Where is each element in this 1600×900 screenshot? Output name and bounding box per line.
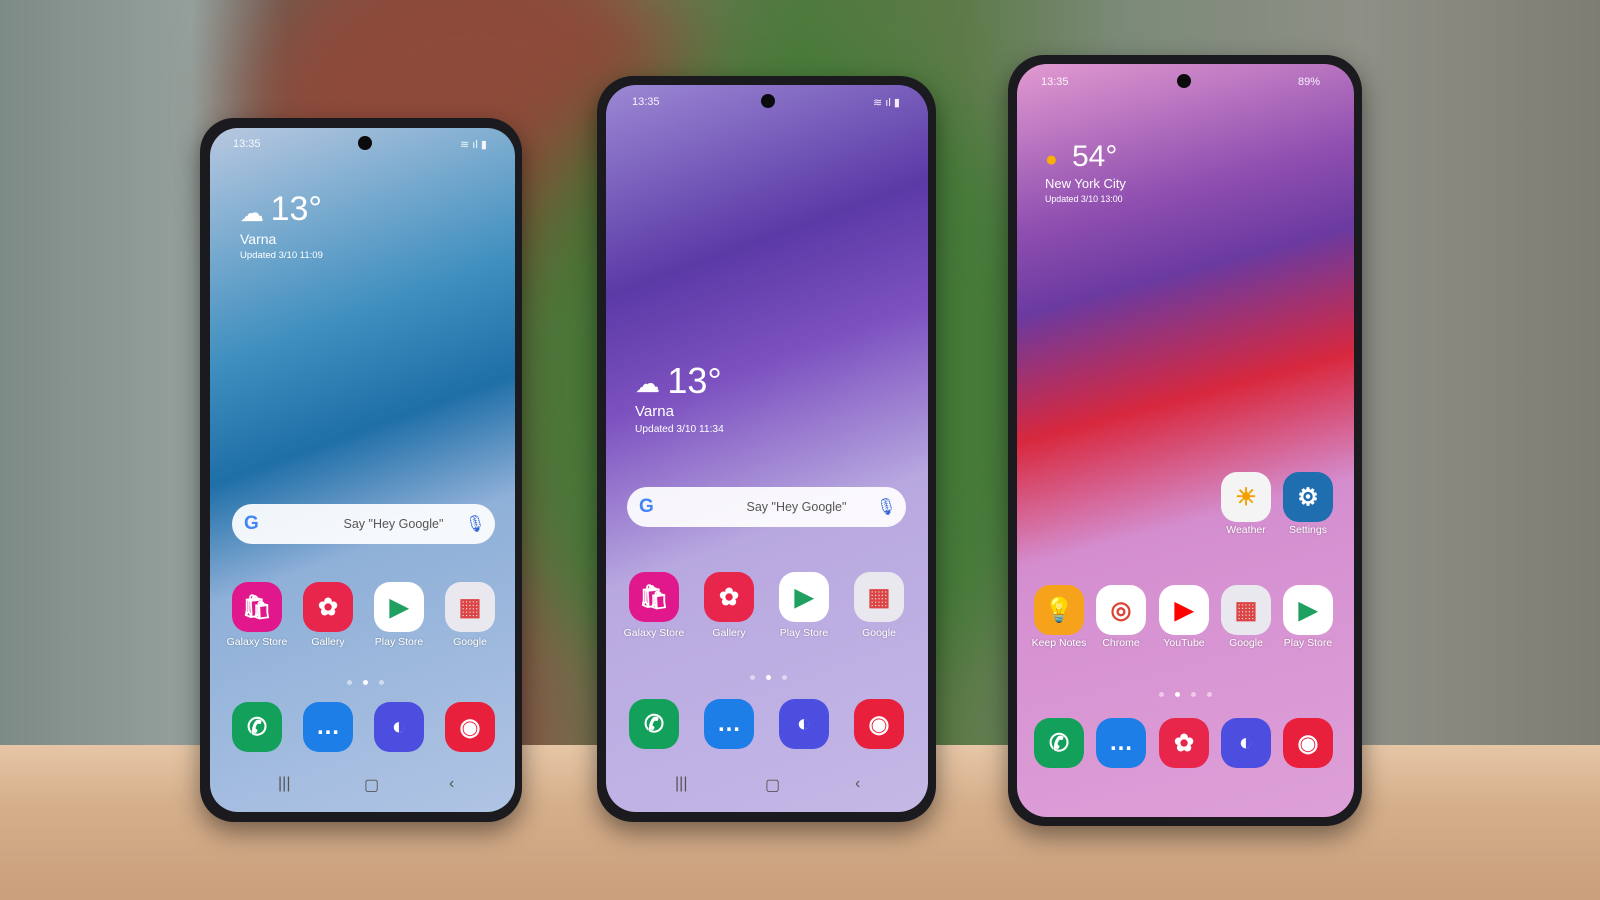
status-time: 13:35 [1041, 76, 1069, 88]
status-icons: ≋ ıl ▮ [460, 139, 487, 151]
weather-temperature: 13° [667, 360, 722, 401]
weather-updated: Updated 3/10 11:09 [240, 250, 323, 262]
chrome-icon[interactable]: ◎ [1096, 585, 1146, 635]
page-dot[interactable] [750, 675, 755, 680]
battery-level: 89% [1298, 76, 1321, 88]
status-time: 13:35 [233, 138, 261, 150]
settings-icon[interactable]: ⚙ [1283, 472, 1333, 522]
dock-phone-icon[interactable]: ✆ [1034, 718, 1084, 768]
app-label: Google [862, 627, 896, 639]
app-label: Gallery [311, 636, 345, 648]
google-logo-icon: G [639, 496, 654, 517]
google-folder-icon[interactable]: ▦ [445, 582, 495, 632]
galaxy-store-icon[interactable]: 🛍 [232, 582, 282, 632]
app-label: Google [453, 636, 487, 648]
search-placeholder[interactable]: Say "Hey Google" [344, 517, 444, 531]
gallery-icon[interactable]: ✿ [303, 582, 353, 632]
google-logo-icon: G [244, 513, 259, 534]
dock-camera-icon[interactable]: ◉ [854, 699, 904, 749]
page-dot[interactable] [782, 675, 787, 680]
app-label: Galaxy Store [226, 636, 288, 648]
dock-internet-icon[interactable]: ◐ [374, 702, 424, 752]
page-dot-active[interactable] [363, 680, 368, 685]
status-icons: ≋ ıl ▮ [873, 97, 900, 109]
recents-button[interactable]: ||| [675, 775, 687, 793]
play-store-icon[interactable]: ▶ [374, 582, 424, 632]
weather-location: New York City [1045, 176, 1126, 191]
page-dot[interactable] [1159, 692, 1164, 697]
google-folder-icon[interactable]: ▦ [1221, 585, 1271, 635]
weather-location: Varna [240, 230, 277, 247]
dock-internet-icon[interactable]: ◐ [779, 699, 829, 749]
recents-button[interactable]: ||| [278, 775, 290, 793]
front-camera [1177, 74, 1191, 88]
dock-camera-icon[interactable]: ◉ [445, 702, 495, 752]
weather-temperature: 13° [270, 190, 323, 228]
sun-icon: ● [1045, 147, 1058, 171]
back-button[interactable]: ‹ [449, 775, 454, 793]
page-dot[interactable] [347, 680, 352, 685]
app-label: Gallery [712, 627, 746, 639]
weather-location: Varna [635, 403, 674, 421]
cloud-icon: ☁ [240, 199, 264, 227]
keep-notes-icon[interactable]: 💡 [1034, 585, 1084, 635]
dock-phone-icon[interactable]: ✆ [232, 702, 282, 752]
weather-updated: Updated 3/10 13:00 [1045, 194, 1123, 205]
youtube-icon[interactable]: ▶ [1159, 585, 1209, 635]
dock-messages-icon[interactable]: … [303, 702, 353, 752]
galaxy-store-icon[interactable]: 🛍 [629, 572, 679, 622]
play-store-icon[interactable]: ▶ [1283, 585, 1333, 635]
microphone-icon[interactable]: 🎙 [465, 514, 485, 534]
page-dot-active[interactable] [1175, 692, 1180, 697]
page-dot[interactable] [379, 680, 384, 685]
dock-camera-icon[interactable]: ◉ [1283, 718, 1333, 768]
page-dot[interactable] [1207, 692, 1212, 697]
cloud-icon: ☁ [635, 370, 661, 398]
home-button[interactable]: ▢ [364, 775, 379, 795]
front-camera [761, 94, 775, 108]
app-label: Play Store [779, 627, 829, 639]
home-button[interactable]: ▢ [765, 775, 780, 795]
search-placeholder[interactable]: Say "Hey Google" [747, 500, 847, 514]
weather-temperature: 54° [1072, 140, 1118, 173]
weather-icon[interactable]: ☀ [1221, 472, 1271, 522]
status-time: 13:35 [632, 96, 660, 108]
weather-updated: Updated 3/10 11:34 [635, 424, 724, 436]
dock-messages-icon[interactable]: … [704, 699, 754, 749]
app-label: Galaxy Store [623, 627, 685, 639]
play-store-icon[interactable]: ▶ [779, 572, 829, 622]
page-dot-active[interactable] [766, 675, 771, 680]
microphone-icon[interactable]: 🎙 [876, 497, 896, 517]
dock-messages-icon[interactable]: … [1096, 718, 1146, 768]
page-dot[interactable] [1191, 692, 1196, 697]
app-label: Play Store [1283, 637, 1333, 649]
app-label: Settings [1289, 524, 1327, 536]
dock-gallery-icon[interactable]: ✿ [1159, 718, 1209, 768]
gallery-icon[interactable]: ✿ [704, 572, 754, 622]
google-folder-icon[interactable]: ▦ [854, 572, 904, 622]
back-button[interactable]: ‹ [855, 775, 860, 793]
app-label: Play Store [374, 636, 424, 648]
dock-internet-icon[interactable]: ◐ [1221, 718, 1271, 768]
dock-phone-icon[interactable]: ✆ [629, 699, 679, 749]
front-camera [358, 136, 372, 150]
